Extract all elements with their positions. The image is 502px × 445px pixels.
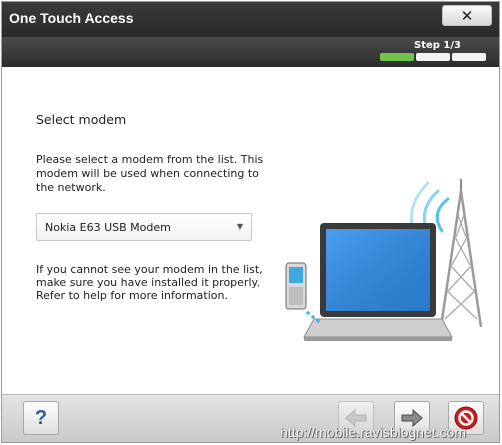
laptop-icon [303, 223, 453, 341]
phone-laptop-tower-illustration [285, 179, 483, 341]
dialog-window: One Touch Access ✕ Step 1/3 Select modem… [1, 1, 500, 443]
progress-segment [452, 53, 486, 61]
progress-segment [380, 53, 414, 61]
modem-select-value: Nokia E63 USB Modem [45, 221, 171, 234]
watermark-text: http://mobile.ravisblognet.com [280, 424, 466, 440]
modem-select[interactable]: Nokia E63 USB Modem ▼ [36, 213, 252, 241]
close-icon: ✕ [460, 6, 474, 25]
help-button[interactable]: ? [23, 401, 59, 435]
progress-segment [416, 53, 450, 61]
chevron-down-icon: ▼ [236, 222, 243, 231]
content-area: Select modem Please select a modem from … [2, 67, 499, 394]
title-bar: One Touch Access ✕ [2, 2, 499, 37]
step-label: Step 1/3 [414, 40, 461, 51]
close-button[interactable]: ✕ [442, 5, 492, 26]
description-text: Please select a modem from the list. Thi… [36, 153, 264, 194]
help-icon: ? [34, 406, 48, 429]
window-title: One Touch Access [9, 10, 134, 26]
help-text: If you cannot see your modem in the list… [36, 263, 263, 302]
step-progress [380, 53, 486, 61]
section-heading: Select modem [36, 112, 127, 127]
step-bar: Step 1/3 [2, 37, 499, 67]
mobile-phone-icon [285, 262, 307, 310]
